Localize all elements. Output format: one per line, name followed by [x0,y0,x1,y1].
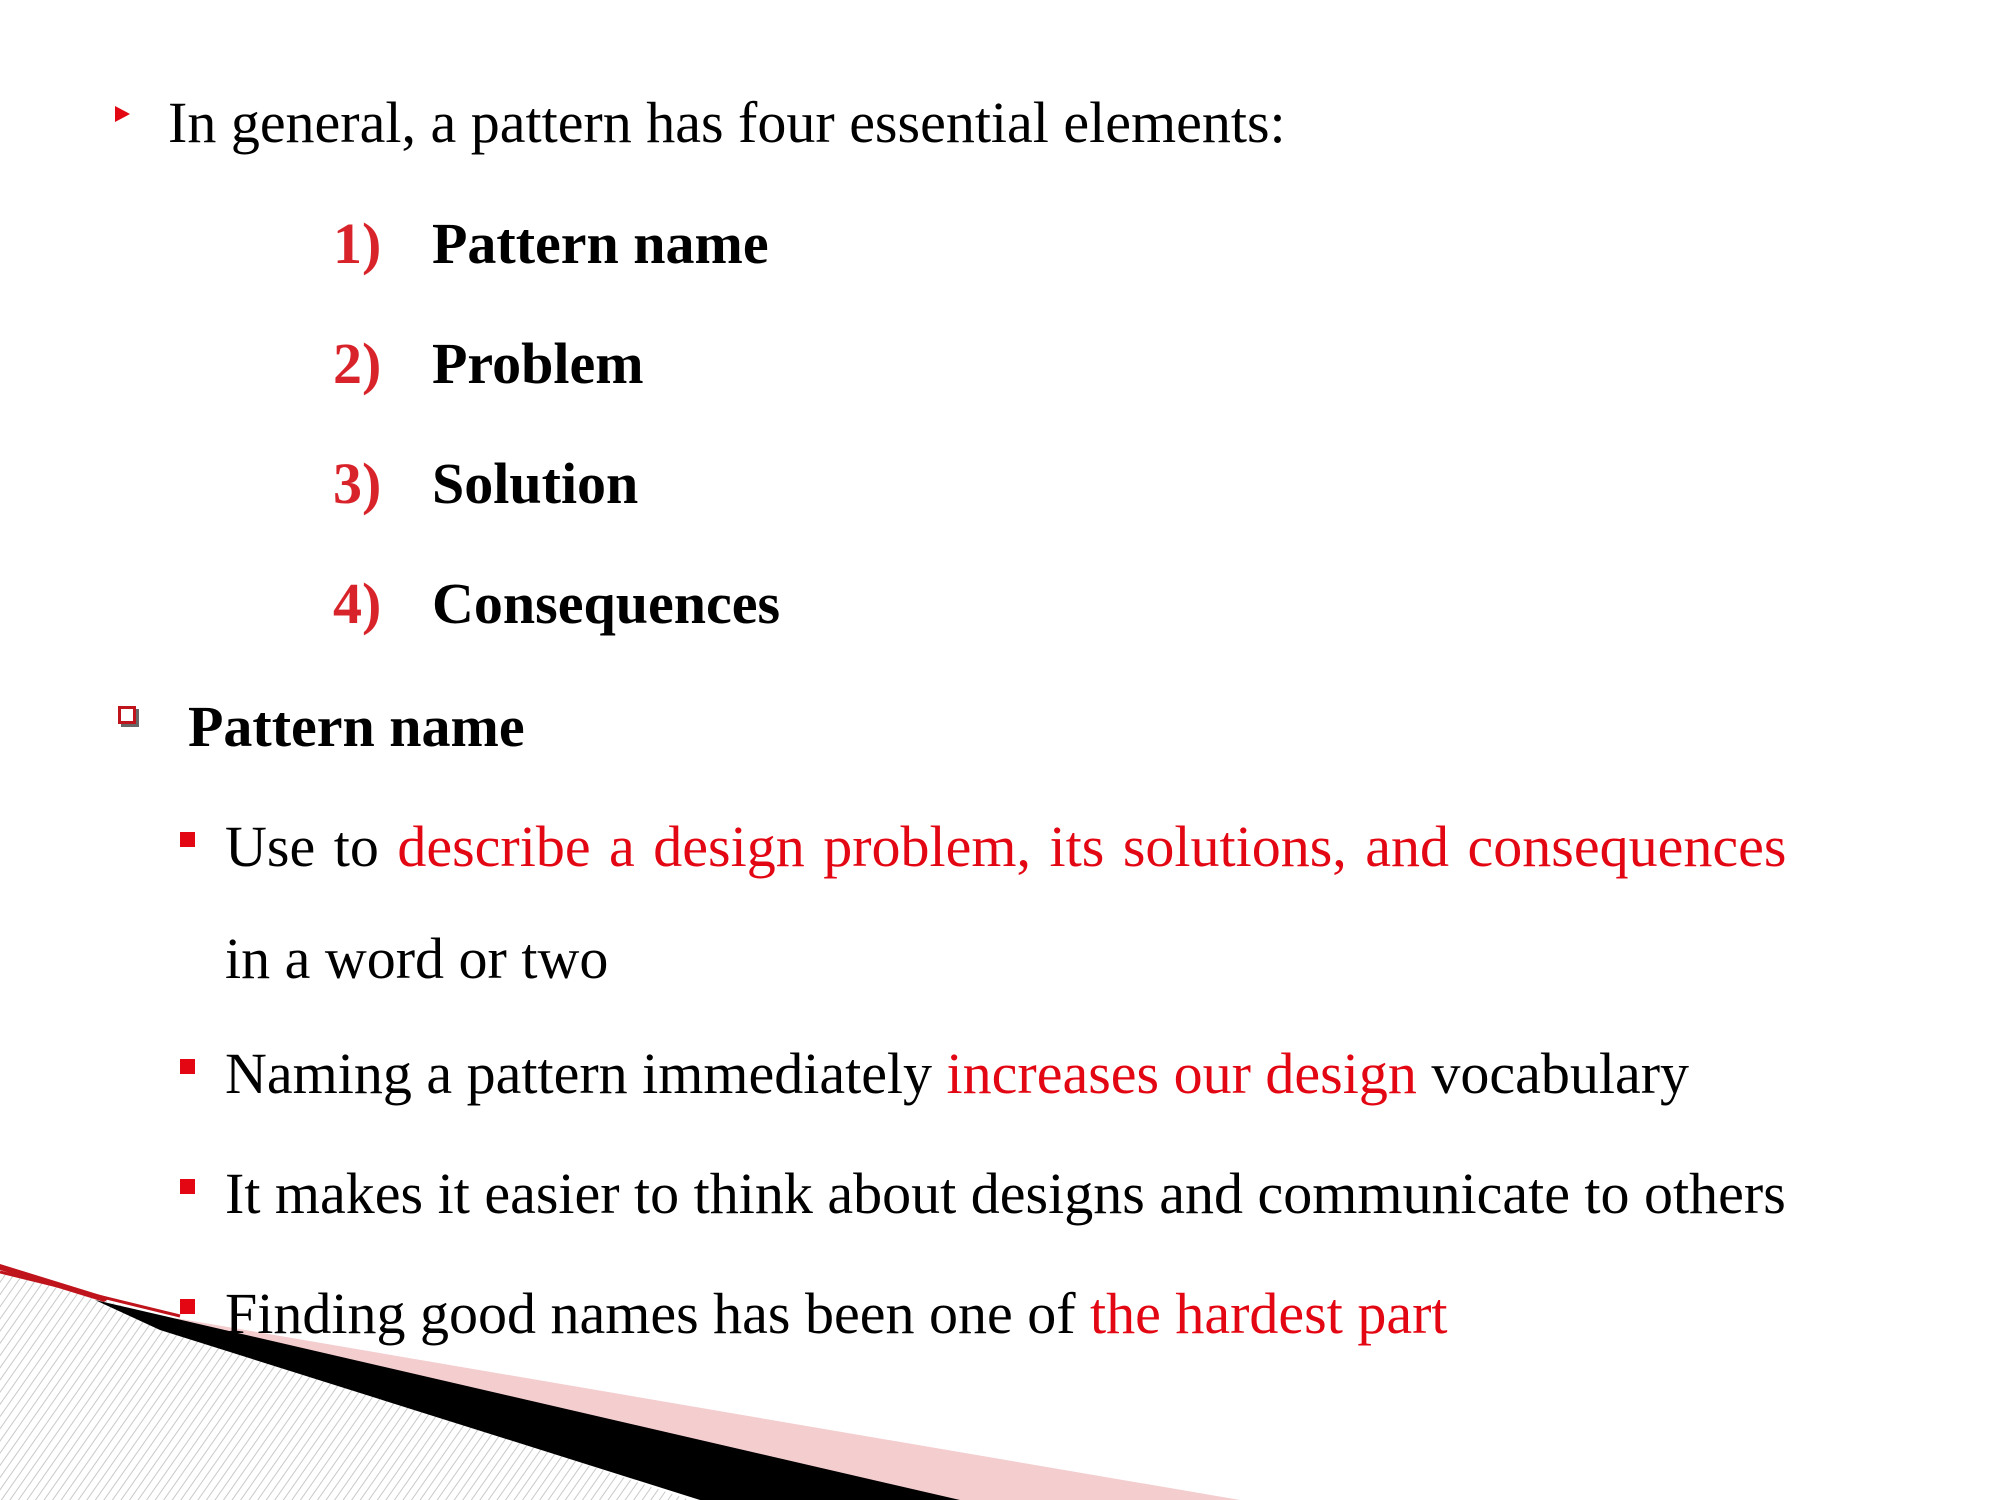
list-label: Problem [432,331,644,396]
bullet-text: Naming a pattern immediately increases o… [225,1045,1689,1103]
list-number: 1) [333,211,382,276]
filled-square-bullet-icon [180,1179,195,1194]
list-label: Consequences [432,571,781,636]
bullet-text-highlight: describe a design problem, its solutions… [397,814,1787,879]
filled-square-bullet-icon [180,832,195,847]
filled-square-bullet-icon [180,1059,195,1074]
bullet-text: It makes it easier to think about design… [225,1161,1786,1226]
list-number: 2) [333,331,382,396]
bullet-text-highlight: increases our design [946,1041,1417,1106]
bullet-text-plain: vocabulary [1416,1041,1690,1106]
bullet-text-continuation: in a word or two [225,926,609,991]
filled-square-bullet-icon [180,1299,195,1314]
slide: In general, a pattern has four essential… [0,0,2000,1500]
intro-text: In general, a pattern has four essential… [168,90,1286,155]
triangle-bullet-icon [115,106,130,122]
bullet-text-highlight: the hardest part [1090,1281,1448,1346]
section-heading: Pattern name [188,694,525,759]
hollow-square-bullet-icon [118,706,136,724]
bullet-text: Finding good names has been one of the h… [225,1285,1448,1343]
bullet-text-plain: Use to [225,814,398,879]
bullet-text: Use to describe a design problem, its so… [225,818,1786,876]
bullet-text-plain: Finding good names has been one of [225,1281,1091,1346]
list-label: Pattern name [432,211,769,276]
list-number: 4) [333,571,382,636]
list-number: 3) [333,451,382,516]
bullet-text-plain: Naming a pattern immediately [225,1041,947,1106]
list-label: Solution [432,451,639,516]
